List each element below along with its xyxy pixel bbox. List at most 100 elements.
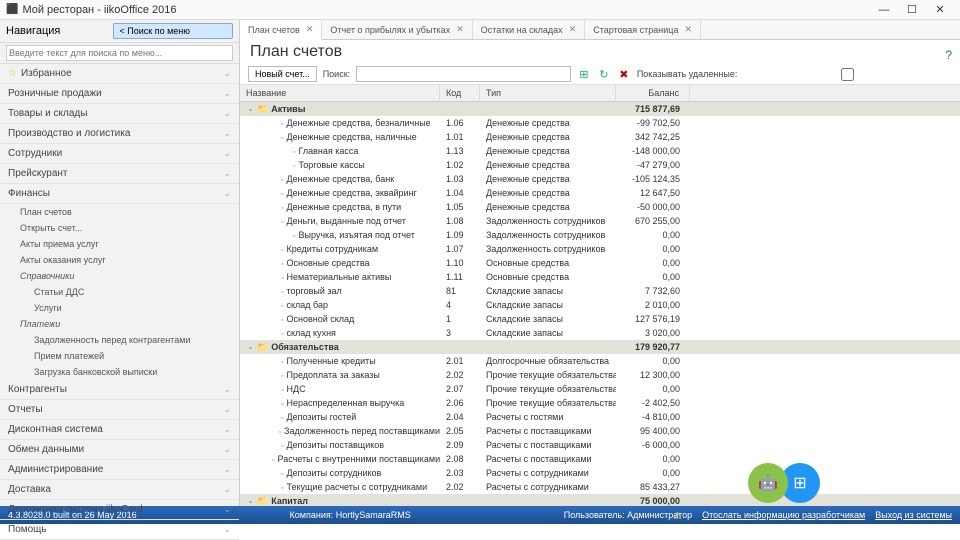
chevron-down-icon: ⌄ [223, 504, 231, 515]
group-row[interactable]: -Капитал75 000,00 [240, 494, 960, 506]
android-icon: 🤖 [748, 463, 788, 503]
nav-bottom-7[interactable]: Помощь⌄ [0, 520, 239, 540]
chevron-down-icon: ⌄ [223, 148, 231, 159]
nav-sub[interactable]: Прием платежей [0, 348, 239, 364]
nav-cat-3[interactable]: Сотрудники⌄ [0, 144, 239, 164]
table-row[interactable]: Депозиты сотрудников2.03Расчеты с сотруд… [240, 466, 960, 480]
excel-icon[interactable]: ⊞ [577, 68, 591, 81]
nav-sub[interactable]: Платежи [0, 316, 239, 332]
nav-bottom-1[interactable]: Отчеты⌄ [0, 400, 239, 420]
nav-sub[interactable]: Задолженность перед контрагентами [0, 332, 239, 348]
table-row[interactable]: Основные средства1.10Основные средства0,… [240, 256, 960, 270]
table-row[interactable]: Текущие расчеты с сотрудниками2.02Расчет… [240, 480, 960, 494]
nav-sub[interactable]: Открыть счет... [0, 220, 239, 236]
new-account-button[interactable]: Новый счет... [248, 66, 317, 82]
chevron-down-icon: ⌄ [223, 404, 231, 415]
table-row[interactable]: Денежные средства, в пути1.05Денежные ср… [240, 200, 960, 214]
table-row[interactable]: Торговые кассы1.02Денежные средства-47 2… [240, 158, 960, 172]
chevron-down-icon: ⌄ [223, 384, 231, 395]
nav-title: Навигация [6, 25, 113, 37]
table-row[interactable]: Денежные средства, банк1.03Денежные сред… [240, 172, 960, 186]
dev-link[interactable]: Отослать информацию разработчикам [702, 510, 865, 520]
search-label: Поиск: [323, 69, 350, 79]
nav-bottom-4[interactable]: Администрирование⌄ [0, 460, 239, 480]
table-row[interactable]: Денежные средства, безналичные1.06Денежн… [240, 116, 960, 130]
help-icon[interactable]: ? [945, 48, 952, 62]
table-row[interactable]: Главная касса1.13Денежные средства-148 0… [240, 144, 960, 158]
col-name[interactable]: Название [240, 85, 440, 101]
tab-2[interactable]: Остатки на складах ✕ [473, 20, 586, 39]
minimize-button[interactable]: — [870, 4, 898, 16]
nav-sub[interactable]: Справочники [0, 268, 239, 284]
nav-cat-1[interactable]: Товары и склады⌄ [0, 104, 239, 124]
titlebar: ⬛ Мой ресторан - iikoOffice 2016 — ☐ ✕ [0, 0, 960, 20]
table-row[interactable]: Депозиты гостей2.04Расчеты с гостями-4 8… [240, 410, 960, 424]
nav-sub[interactable]: Услуги [0, 300, 239, 316]
col-type[interactable]: Тип [480, 85, 616, 101]
content: План счетов ✕Отчет о прибылях и убытках … [240, 20, 960, 506]
nav-bottom-2[interactable]: Дисконтная система⌄ [0, 420, 239, 440]
col-balance[interactable]: Баланс [616, 85, 690, 101]
tab-3[interactable]: Стартовая страница ✕ [585, 20, 701, 39]
chevron-down-icon: ⌄ [223, 524, 231, 535]
chevron-down-icon: ⌄ [223, 108, 231, 119]
tabs: План счетов ✕Отчет о прибылях и убытках … [240, 20, 960, 40]
grid-body[interactable]: -Активы715 877,69Денежные средства, безн… [240, 102, 960, 506]
nav-sub[interactable]: Акты приема услуг [0, 236, 239, 252]
table-row[interactable]: Основной склад1Складские запасы127 576,1… [240, 312, 960, 326]
nav-sub[interactable]: План счетов [0, 204, 239, 220]
nav-sub[interactable]: Загрузка банковской выписки [0, 364, 239, 380]
close-icon[interactable]: ✕ [684, 24, 692, 35]
show-deleted-checkbox[interactable] [743, 68, 952, 81]
nav-bottom-6[interactable]: Депозитная система iikoCard⌄ [0, 500, 239, 520]
chevron-down-icon: ⌄ [223, 188, 231, 199]
chevron-down-icon: ⌄ [223, 88, 231, 99]
table-row[interactable]: Расчеты с внутренними поставщиками2.08Ра… [240, 452, 960, 466]
table-row[interactable]: Нераспределенная выручка2.06Прочие текущ… [240, 396, 960, 410]
exit-link[interactable]: Выход из системы [875, 510, 952, 520]
nav-bottom-0[interactable]: Контрагенты⌄ [0, 380, 239, 400]
table-row[interactable]: Деньги, выданные под отчет1.08Задолженно… [240, 214, 960, 228]
col-code[interactable]: Код [440, 85, 480, 101]
nav-cat-0[interactable]: Розничные продажи⌄ [0, 84, 239, 104]
tab-1[interactable]: Отчет о прибылях и убытках ✕ [322, 20, 472, 39]
nav-sub[interactable]: Акты оказания услуг [0, 252, 239, 268]
table-row[interactable]: Задолженность перед поставщиками2.05Расч… [240, 424, 960, 438]
nav-cat-4[interactable]: Прейскурант⌄ [0, 164, 239, 184]
close-window-button[interactable]: ✕ [926, 3, 954, 16]
table-row[interactable]: Кредиты сотрудникам1.07Задолженность сот… [240, 242, 960, 256]
table-row[interactable]: Денежные средства, эквайринг1.04Денежные… [240, 186, 960, 200]
page-title: План счетов [240, 40, 960, 64]
grid-header: Название Код Тип Баланс [240, 85, 960, 102]
table-row[interactable]: склад кухня3Складские запасы3 020,00 [240, 326, 960, 340]
menu-search-button[interactable]: < Поиск по меню [113, 23, 234, 39]
nav-bottom-3[interactable]: Обмен данными⌄ [0, 440, 239, 460]
nav-favorites[interactable]: Избранное⌄ [0, 64, 239, 84]
nav-cat-2[interactable]: Производство и логистика⌄ [0, 124, 239, 144]
table-row[interactable]: склад бар4Складские запасы2 010,00 [240, 298, 960, 312]
chevron-down-icon: ⌄ [223, 444, 231, 455]
search-input[interactable] [356, 66, 571, 82]
nav-cat-5[interactable]: Финансы⌄ [0, 184, 239, 204]
table-row[interactable]: торговый зал81Складские запасы7 732,60 [240, 284, 960, 298]
group-row[interactable]: -Активы715 877,69 [240, 102, 960, 116]
table-row[interactable]: Полученные кредиты2.01Долгосрочные обяза… [240, 354, 960, 368]
nav-sub[interactable]: Статьи ДДС [0, 284, 239, 300]
group-row[interactable]: -Обязательства179 920,77 [240, 340, 960, 354]
close-icon[interactable]: ✕ [456, 24, 464, 35]
table-row[interactable]: Депозиты поставщиков2.09Расчеты с постав… [240, 438, 960, 452]
tab-0[interactable]: План счетов ✕ [240, 20, 322, 40]
maximize-button[interactable]: ☐ [898, 3, 926, 16]
table-row[interactable]: Выручка, изъятая под отчет1.09Задолженно… [240, 228, 960, 242]
close-icon[interactable]: ✕ [569, 24, 577, 35]
table-row[interactable]: Предоплата за заказы2.02Прочие текущие о… [240, 368, 960, 382]
show-deleted-label: Показывать удаленные: [637, 69, 738, 79]
table-row[interactable]: НДС2.07Прочие текущие обязательства0,00 [240, 382, 960, 396]
table-row[interactable]: Нематериальные активы1.11Основные средст… [240, 270, 960, 284]
refresh-icon[interactable]: ↻ [597, 68, 611, 81]
nav-search-input[interactable] [6, 45, 233, 61]
nav-bottom-5[interactable]: Доставка⌄ [0, 480, 239, 500]
delete-icon[interactable]: ✖ [617, 68, 631, 81]
table-row[interactable]: Денежные средства, наличные1.01Денежные … [240, 130, 960, 144]
close-icon[interactable]: ✕ [306, 24, 314, 35]
